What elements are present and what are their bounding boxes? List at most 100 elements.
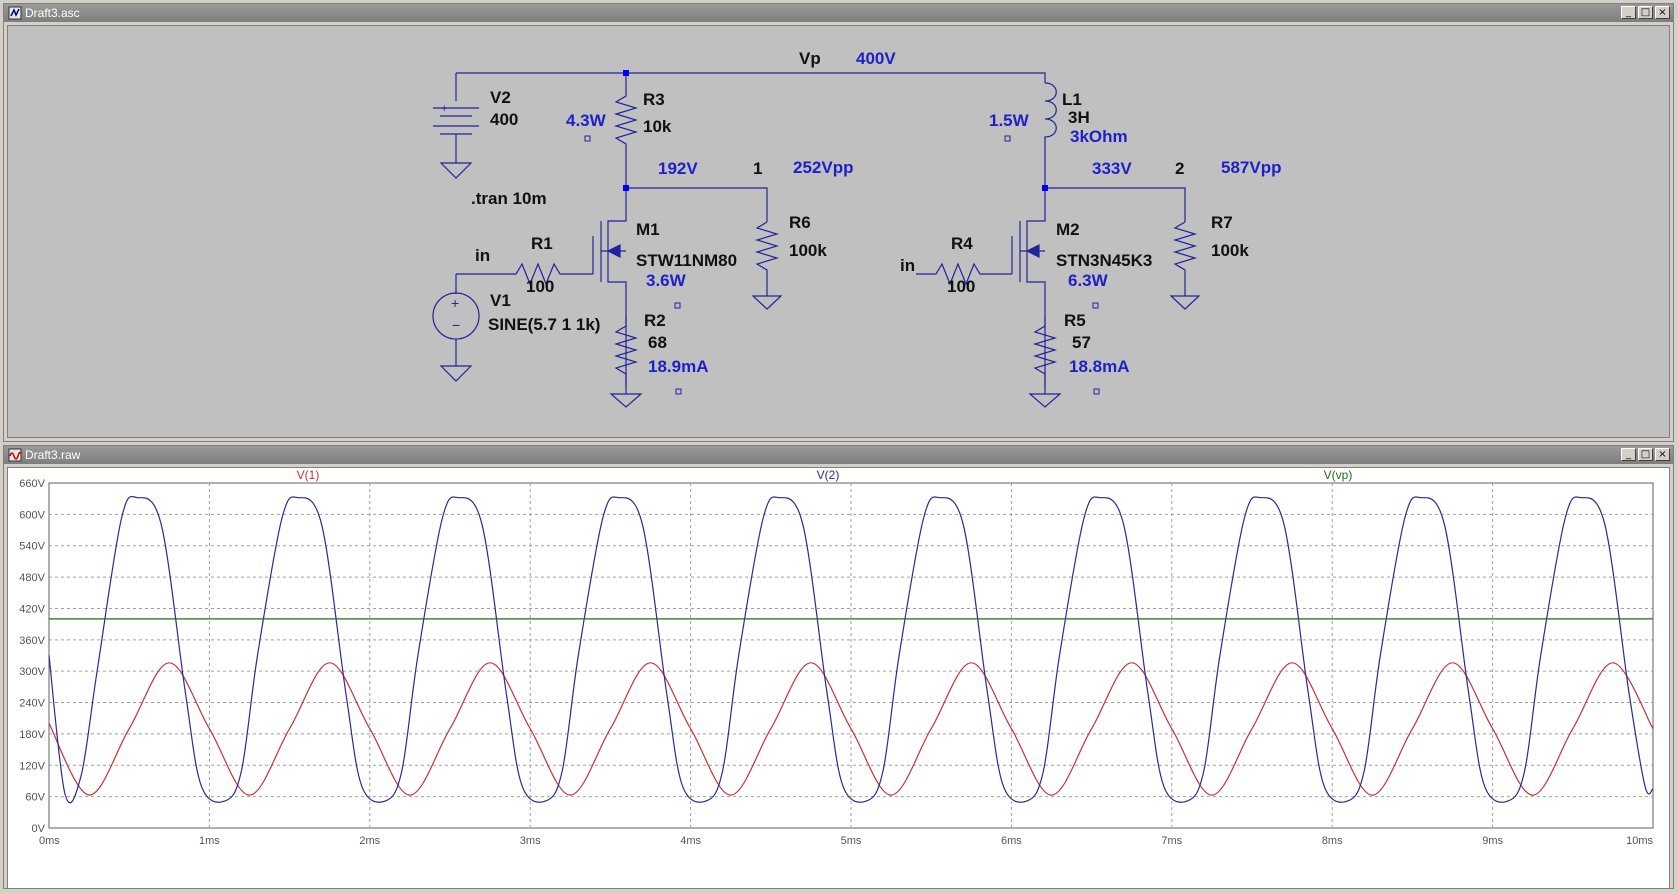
m1-name: M1 (636, 220, 660, 239)
x-tick-label: 0ms (39, 835, 60, 847)
r3-name: R3 (643, 90, 665, 109)
y-tick-label: 420V (19, 603, 45, 615)
node1-vpp: 252Vpp (793, 158, 853, 177)
schematic-titlebar[interactable]: Draft3.asc _ □ × (4, 4, 1673, 22)
v2-name: V2 (490, 88, 511, 107)
node2-voltage: 333V (1092, 159, 1132, 178)
l1-inductor (1044, 82, 1057, 188)
l1-name: L1 (1062, 90, 1082, 109)
m2-model: STN3N45K3 (1056, 251, 1152, 270)
x-tick-label: 2ms (359, 835, 380, 847)
v2-ground-symbol (439, 162, 473, 179)
minimize-button[interactable]: _ (1621, 6, 1636, 19)
v1-value: SINE(5.7 1 1k) (488, 315, 600, 334)
legend-label: V(1) (297, 468, 320, 482)
v1-ground-symbol (439, 365, 473, 382)
l1-power: 1.5W (989, 111, 1030, 130)
y-tick-label: 600V (19, 509, 45, 521)
y-tick-label: 0V (32, 823, 46, 835)
v1-minus-sign: − (452, 317, 460, 333)
r6-name: R6 (789, 213, 811, 232)
r5-ground-symbol (1028, 393, 1062, 408)
r4-value: 100 (947, 277, 975, 296)
r7-resistor (1172, 221, 1198, 296)
x-tick-label: 4ms (680, 835, 701, 847)
schematic-window: Draft3.asc _ □ × + − + Vp V2 400 R3 10k … (3, 3, 1674, 442)
r3-resistor (613, 73, 639, 188)
r6-resistor (754, 221, 780, 296)
plot-canvas[interactable]: 0V 60V 120V 180V 240V 300V 360V 420V 480V 540V 600… (7, 467, 1670, 889)
node2-wire (1045, 187, 1186, 222)
schematic-canvas[interactable]: + − + Vp V2 400 R3 10k L1 3H 1 2 .tran 1… (7, 25, 1670, 438)
x-tick-label: 1ms (199, 835, 220, 847)
r2-current: 18.9mA (648, 357, 708, 376)
r7-name: R7 (1211, 213, 1233, 232)
in-label-right: in (900, 256, 915, 275)
x-tick-label: 10ms (1626, 835, 1653, 847)
m1-power: 3.6W (646, 271, 687, 290)
vp-rail (456, 72, 1046, 83)
plot-close-button[interactable]: × (1655, 448, 1670, 461)
y-tick-label: 480V (19, 572, 45, 584)
r1-value: 100 (526, 277, 554, 296)
y-tick-label: 660V (19, 478, 45, 490)
y-tick-label: 120V (19, 760, 45, 772)
maximize-button[interactable]: □ (1638, 6, 1653, 19)
r7-ground-symbol (1169, 295, 1201, 310)
vp-node-label: Vp (799, 49, 821, 68)
r5-name: R5 (1064, 311, 1086, 330)
waveform-app-icon (8, 448, 22, 462)
m1-model: STW11NM80 (636, 251, 737, 270)
r5-current: 18.8mA (1069, 357, 1129, 376)
v1-plus-sign: + (451, 295, 459, 311)
node1-label: 1 (753, 159, 762, 178)
in-label-left: in (475, 246, 490, 265)
plot-minimize-button[interactable]: _ (1621, 448, 1636, 461)
r6-value: 100k (789, 241, 827, 260)
r3-power: 4.3W (566, 111, 607, 130)
node2-vpp: 587Vpp (1221, 158, 1281, 177)
x-tick-label: 9ms (1482, 835, 1503, 847)
tran-directive: .tran 10m (471, 189, 547, 208)
r2-ground-symbol (609, 393, 643, 408)
plot-titlebar[interactable]: Draft3.raw _ □ × (4, 446, 1673, 464)
r1-name: R1 (531, 234, 553, 253)
r2-name: R2 (644, 311, 666, 330)
r2-value: 68 (648, 333, 667, 352)
plot-window: Draft3.raw _ □ × 0V 60V 120V 180V 240V 300V 36… (3, 445, 1674, 889)
vp-voltage: 400V (856, 49, 896, 68)
y-tick-label: 300V (19, 666, 45, 678)
y-tick-label: 540V (19, 541, 45, 553)
r4-name: R4 (951, 234, 973, 253)
m1-body-arrow (606, 244, 621, 258)
r6-ground-symbol (751, 295, 783, 310)
waveform-chart: 0V 60V 120V 180V 240V 300V 360V 420V 480V 540V 600… (19, 468, 1654, 847)
l1-value: 3H (1068, 108, 1090, 127)
x-tick-label: 8ms (1322, 835, 1343, 847)
v2-battery (433, 107, 479, 135)
y-tick-label: 60V (25, 792, 45, 804)
m2-power: 6.3W (1068, 271, 1109, 290)
r5-value: 57 (1072, 333, 1091, 352)
node2-label: 2 (1175, 159, 1184, 178)
r3-value: 10k (643, 117, 672, 136)
r7-value: 100k (1211, 241, 1249, 260)
m2-name: M2 (1056, 220, 1080, 239)
x-tick-label: 6ms (1001, 835, 1022, 847)
v2-value: 400 (490, 110, 518, 129)
l1-resistance: 3kOhm (1070, 127, 1128, 146)
y-tick-label: 180V (19, 729, 45, 741)
plot-area (48, 482, 1654, 829)
node1-voltage: 192V (658, 159, 698, 178)
x-tick-label: 7ms (1161, 835, 1182, 847)
legend-label: V(2) (817, 468, 840, 482)
x-tick-label: 5ms (841, 835, 862, 847)
y-tick-label: 240V (19, 698, 45, 710)
schematic-app-icon (8, 6, 22, 20)
legend-label: V(vp) (1324, 468, 1353, 482)
plot-maximize-button[interactable]: □ (1638, 448, 1653, 461)
close-button[interactable]: × (1655, 6, 1670, 19)
m2-body-arrow (1025, 244, 1040, 258)
v2-plus-sign: + (441, 103, 447, 115)
plot-title: Draft3.raw (25, 448, 81, 462)
